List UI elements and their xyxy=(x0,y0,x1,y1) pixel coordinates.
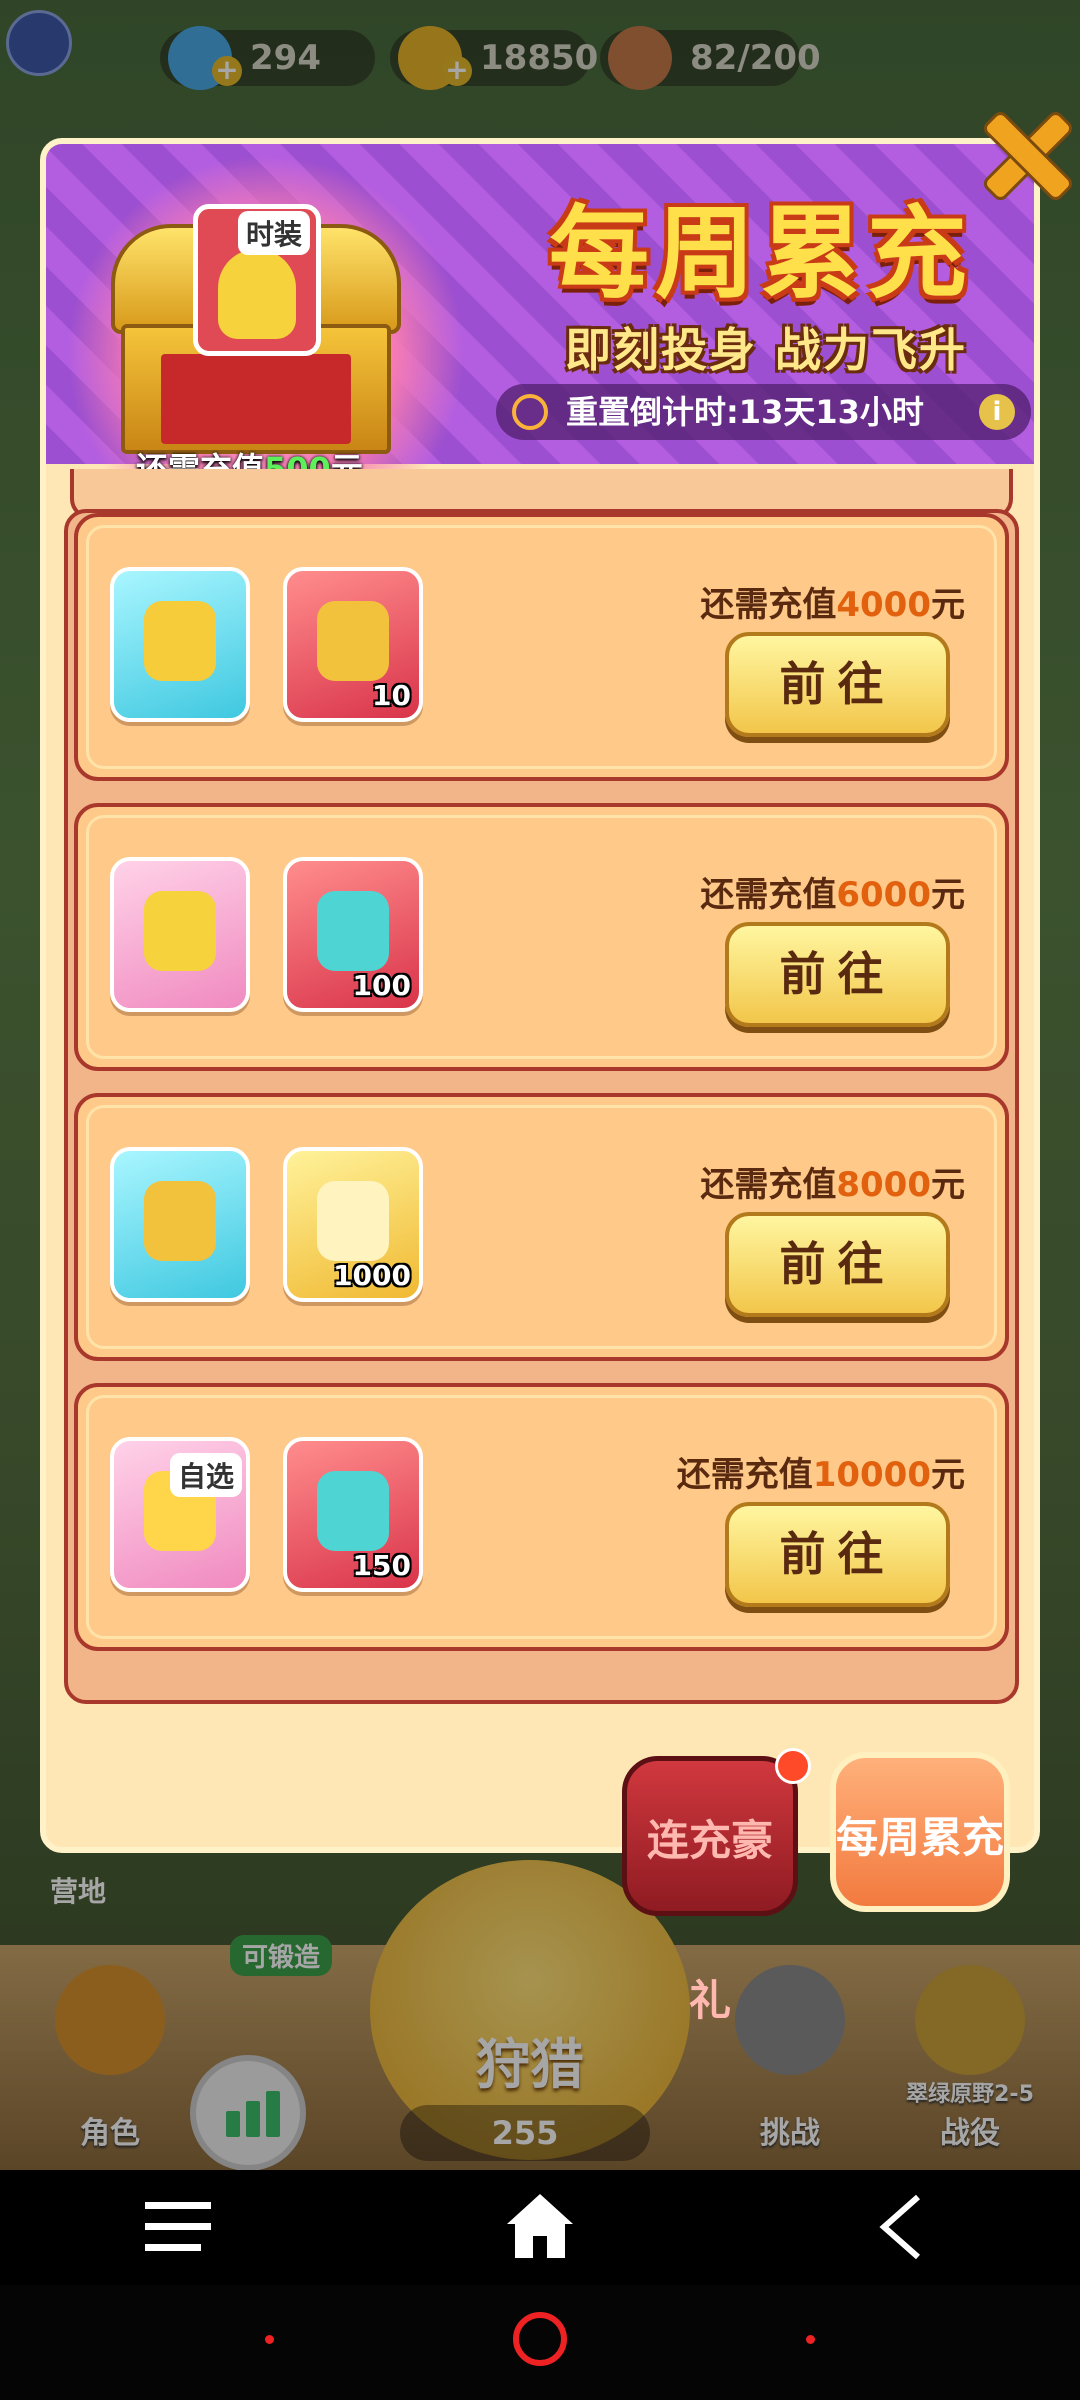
reward-row: 100 还需充值6000元 前往 xyxy=(74,803,1009,1071)
home-circle-icon[interactable] xyxy=(513,2312,567,2366)
gesture-bar xyxy=(0,2285,1080,2400)
costume-reward[interactable]: 时装 xyxy=(193,204,321,356)
choice-tag: 自选 xyxy=(170,1453,243,1497)
golden-wings-icon[interactable] xyxy=(110,1147,250,1302)
golden-trident-icon[interactable] xyxy=(110,567,250,722)
notification-dot xyxy=(775,1748,811,1784)
scroll-icon[interactable]: 150 xyxy=(283,1437,423,1592)
gold-feather-icon[interactable]: 1000 xyxy=(283,1147,423,1302)
reward-list[interactable]: 10 还需充值4000元 前往 100 还需充值6000元 前往 1000 还需… xyxy=(64,509,1019,1704)
go-button[interactable]: 前往 xyxy=(725,922,950,1027)
countdown-text: 重置倒计时:13天13小时 xyxy=(566,393,924,431)
costume-character-icon xyxy=(218,249,296,339)
home-icon[interactable] xyxy=(505,2192,575,2260)
left-dot-icon xyxy=(265,2335,274,2344)
go-button[interactable]: 前往 xyxy=(725,632,950,737)
gold-hammer-icon[interactable]: 10 xyxy=(283,567,423,722)
go-button[interactable]: 前往 xyxy=(725,1212,950,1317)
back-icon[interactable] xyxy=(878,2194,922,2260)
weekly-recharge-modal: 时装 每周累充 即刻投身 战力飞升 重置倒计时:13天13小时 i 还需充值50… xyxy=(40,138,1040,1853)
row-requirement: 还需充值10000元 xyxy=(676,1455,965,1495)
info-icon[interactable]: i xyxy=(979,394,1015,430)
reward-row: 自选 150 还需充值10000元 前往 xyxy=(74,1383,1009,1651)
go-button[interactable]: 前往 xyxy=(725,1502,950,1607)
menu-icon[interactable] xyxy=(145,2200,211,2254)
row-requirement: 还需充值4000元 xyxy=(700,585,965,625)
close-icon[interactable] xyxy=(978,107,1066,195)
row-requirement: 还需充值8000元 xyxy=(700,1165,965,1205)
reward-row: 1000 还需充值8000元 前往 xyxy=(74,1093,1009,1361)
scroll-icon[interactable]: 100 xyxy=(283,857,423,1012)
right-dot-icon xyxy=(806,2335,815,2344)
king-hero-icon[interactable] xyxy=(110,857,250,1012)
modal-header: 时装 每周累充 即刻投身 战力飞升 重置倒计时:13天13小时 i xyxy=(46,144,1034,554)
clock-icon xyxy=(512,394,548,430)
modal-title: 每周累充 xyxy=(549,195,973,312)
system-nav-bar xyxy=(0,2170,1080,2285)
reset-countdown: 重置倒计时:13天13小时 i xyxy=(496,384,1031,440)
row-requirement: 还需充值6000元 xyxy=(700,875,965,915)
choice-shield-icon[interactable]: 自选 xyxy=(110,1437,250,1592)
modal-subtitle: 即刻投身 战力飞升 xyxy=(564,323,967,377)
reward-row: 10 还需充值4000元 前往 xyxy=(74,513,1009,781)
tab-weekly-recharge[interactable]: 每周累充 xyxy=(830,1752,1010,1912)
tab-combo-recharge[interactable]: 连充豪礼 xyxy=(622,1756,798,2025)
costume-tag: 时装 xyxy=(238,211,311,255)
